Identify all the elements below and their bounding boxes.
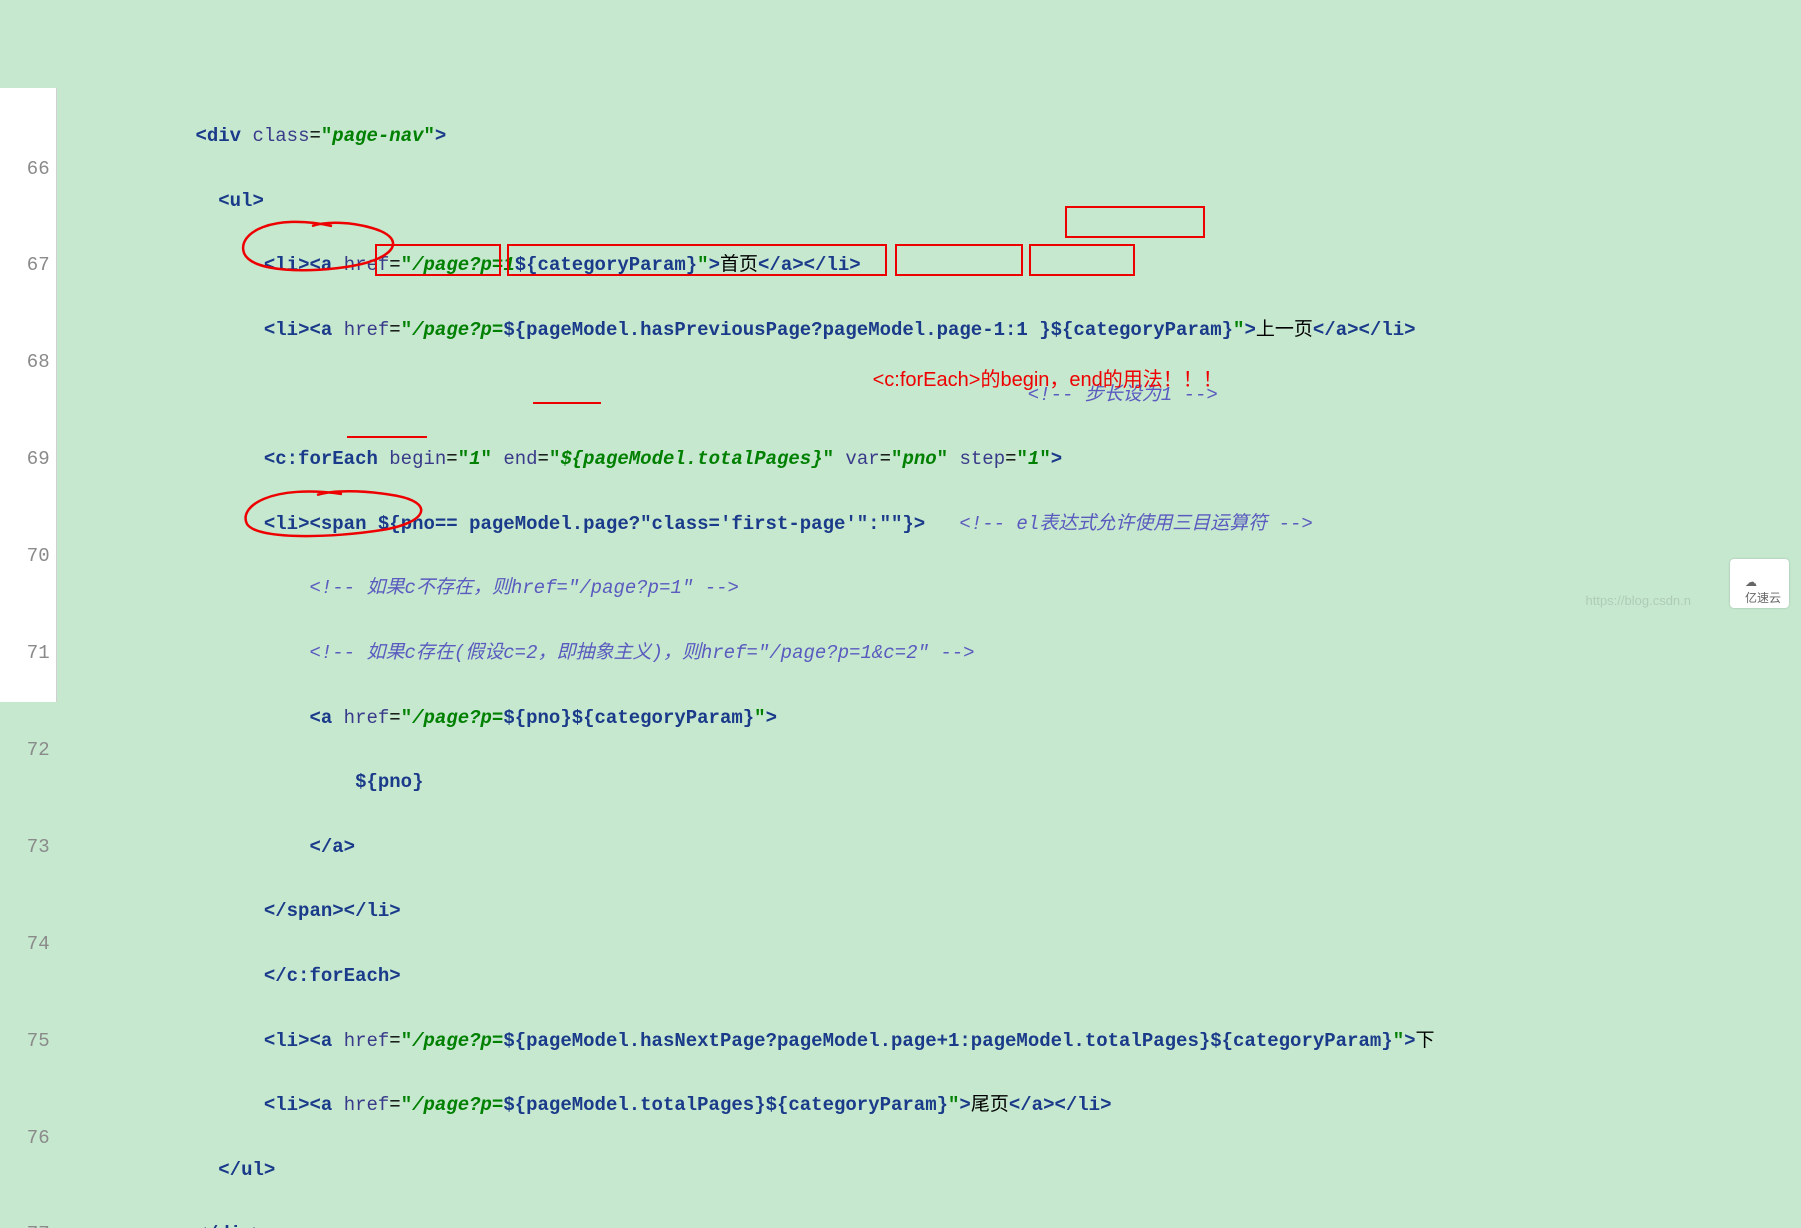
code-line[interactable]: <li><a href="/page?p=1${categoryParam}">… bbox=[59, 249, 1435, 281]
line-number: 74 bbox=[4, 928, 50, 960]
code-line[interactable]: <a href="/page?p=${pno}${categoryParam}"… bbox=[59, 702, 1435, 734]
brand-watermark: ☁ 亿速云 bbox=[1730, 559, 1789, 608]
code-line[interactable]: <ul> bbox=[59, 185, 1435, 217]
line-number: 73 bbox=[4, 831, 50, 863]
code-line[interactable]: </ul> bbox=[59, 1154, 1435, 1186]
line-number: 75 bbox=[4, 1025, 50, 1057]
annotation-underline-pno-text bbox=[347, 436, 427, 438]
line-number-gutter: 66 67 68 69 70 71 72 73 74 75 76 77 78 7… bbox=[0, 88, 57, 702]
code-line[interactable]: <li><a href="/page?p=${pageModel.hasPrev… bbox=[59, 314, 1435, 346]
line-number: 66 bbox=[4, 153, 50, 185]
code-line[interactable]: <li><span ${pno== pageModel.page?"class=… bbox=[59, 508, 1435, 540]
code-line[interactable]: <li><a href="/page?p=${pageModel.totalPa… bbox=[59, 1089, 1435, 1121]
line-number: 71 bbox=[4, 637, 50, 669]
code-line[interactable]: <c:forEach begin="1" end="${pageModel.to… bbox=[59, 443, 1435, 475]
source-watermark: https://blog.csdn.n bbox=[1585, 593, 1691, 608]
code-line[interactable]: ${pno} bbox=[59, 766, 1435, 798]
cloud-icon: ☁ bbox=[1745, 575, 1757, 589]
code-line[interactable]: <!-- 如果c存在(假设c=2，即抽象主义)，则href="/page?p=1… bbox=[59, 637, 1435, 669]
code-line[interactable]: <!-- 如果c不存在，则href="/page?p=1" --> bbox=[59, 572, 1435, 604]
line-number: 76 bbox=[4, 1122, 50, 1154]
line-number: 67 bbox=[4, 249, 50, 281]
code-line[interactable]: </a> bbox=[59, 831, 1435, 863]
code-line[interactable]: <li><a href="/page?p=${pageModel.hasNext… bbox=[59, 1025, 1435, 1057]
line-number: 77 bbox=[4, 1218, 50, 1228]
code-line[interactable]: <div class="page-nav"> bbox=[59, 120, 1435, 152]
code-line[interactable]: <!-- 步长设为1 --> bbox=[59, 379, 1435, 411]
line-number: 72 bbox=[4, 734, 50, 766]
code-line[interactable]: </div> bbox=[59, 1218, 1435, 1228]
line-number: 69 bbox=[4, 443, 50, 475]
line-number: 70 bbox=[4, 540, 50, 572]
line-number: 68 bbox=[4, 346, 50, 378]
code-editor[interactable]: 66 67 68 69 70 71 72 73 74 75 76 77 78 7… bbox=[0, 88, 1801, 702]
code-area[interactable]: <div class="page-nav"> <ul> <li><a href=… bbox=[57, 88, 1435, 702]
code-line[interactable]: </span></li> bbox=[59, 895, 1435, 927]
code-line[interactable]: </c:forEach> bbox=[59, 960, 1435, 992]
